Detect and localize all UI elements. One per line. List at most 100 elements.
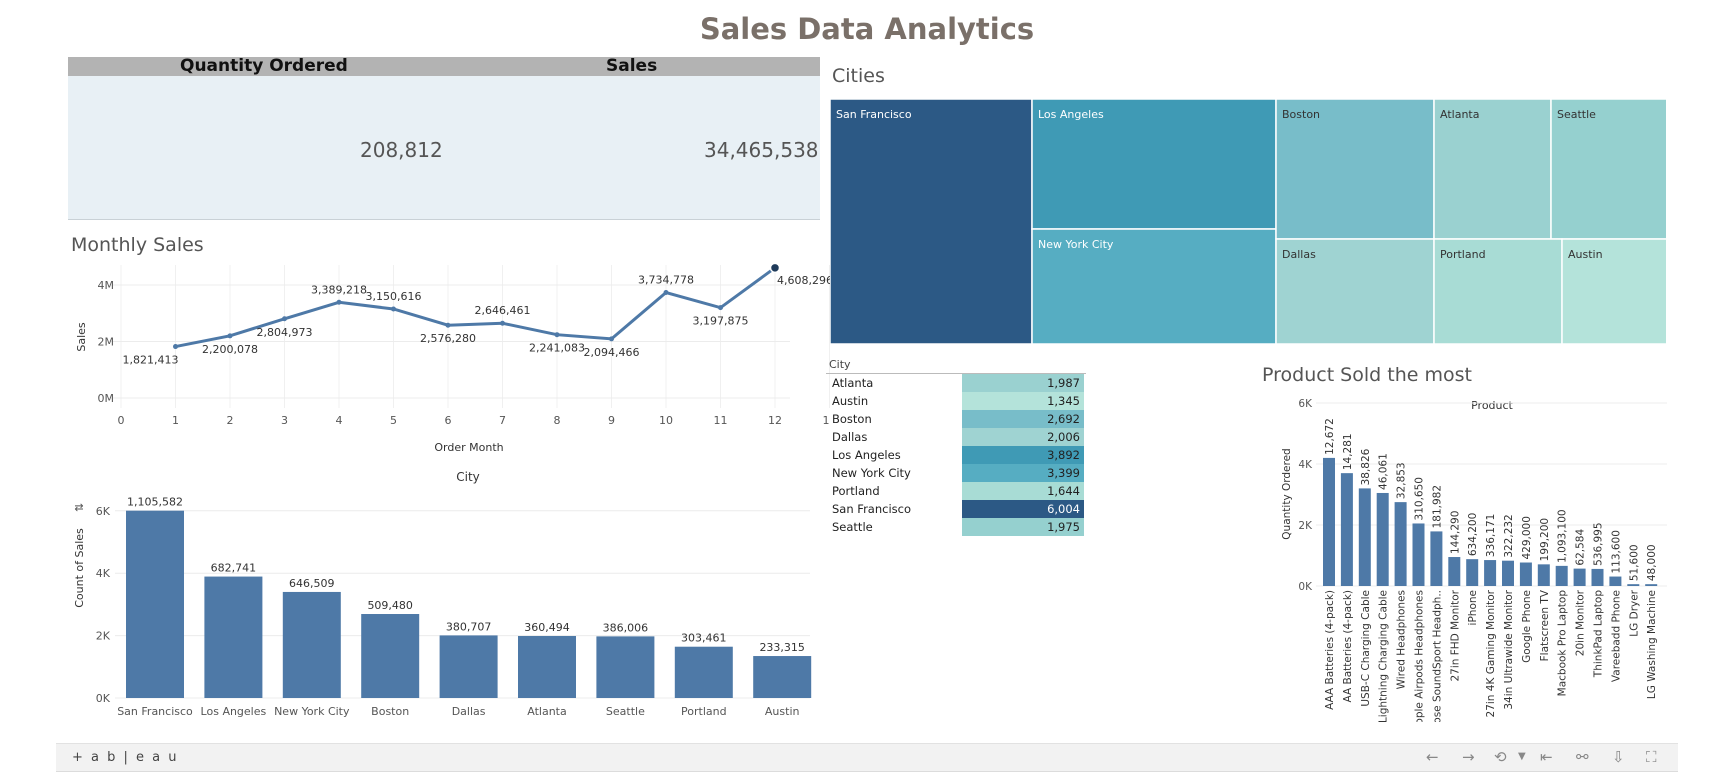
product-bar[interactable]: [1376, 492, 1389, 586]
product-bar[interactable]: [1591, 568, 1604, 586]
city-table-row[interactable]: Seattle 1,975: [826, 518, 1086, 536]
line-x-tick: 5: [390, 414, 397, 427]
jump-start-icon[interactable]: ⇤: [1540, 748, 1553, 766]
line-x-tick: 8: [554, 414, 561, 427]
line-point[interactable]: [173, 344, 178, 350]
product-bar[interactable]: [1573, 568, 1586, 586]
treemap-label: Boston: [1282, 108, 1320, 121]
fullscreen-icon[interactable]: ⛶: [1646, 748, 1657, 766]
product-bar-label: 322,232: [1503, 514, 1515, 557]
city-table-row[interactable]: Portland 1,644: [826, 482, 1086, 500]
product-bar-label: 51,600: [1628, 544, 1640, 581]
product-bar[interactable]: [1323, 457, 1335, 586]
city-table-header: City: [826, 357, 1086, 374]
city-bar[interactable]: [753, 656, 812, 698]
product-x-label: Lightning Charging Cable: [1378, 590, 1390, 722]
line-x-tick: 1: [172, 414, 179, 427]
sales-header: Sales: [606, 56, 658, 76]
line-point[interactable]: [445, 322, 451, 328]
revert-dropdown-icon[interactable]: ▼: [1518, 751, 1526, 762]
product-bar[interactable]: [1555, 565, 1568, 586]
product-bar[interactable]: [1502, 560, 1514, 586]
product-bar-label: 113,600: [1610, 530, 1622, 573]
city-x-label: Los Angeles: [201, 705, 267, 718]
line-x-tick: 0: [118, 414, 125, 427]
monthly-sales-title: Monthly Sales: [71, 234, 204, 256]
redo-icon[interactable]: →: [1462, 748, 1475, 766]
city-table-value: 1,644: [962, 482, 1084, 500]
product-bar[interactable]: [1466, 559, 1479, 586]
product-bar-label: 181,982: [1431, 485, 1443, 528]
city-bar[interactable]: [596, 636, 655, 698]
city-table-row[interactable]: Dallas 2,006: [826, 428, 1086, 446]
city-bar[interactable]: [361, 614, 420, 698]
line-point[interactable]: [769, 262, 781, 274]
product-bar[interactable]: [1448, 557, 1461, 586]
undo-icon[interactable]: ←: [1426, 748, 1439, 766]
city-table-name: San Francisco: [832, 502, 912, 516]
product-bar-label: 12,672: [1324, 418, 1336, 455]
line-x-tick: 6: [445, 414, 452, 427]
product-bar-chart: Product 12,672 14,281 38,826 46,061 32,853 31…: [1281, 398, 1667, 722]
city-table-row[interactable]: New York City 3,399: [826, 464, 1086, 482]
revert-icon[interactable]: ⟲: [1494, 748, 1507, 766]
product-bar[interactable]: [1394, 502, 1407, 586]
product-x-label: 20in Monitor: [1575, 589, 1587, 656]
city-table-row[interactable]: Austin 1,345: [826, 392, 1086, 410]
line-point[interactable]: [227, 333, 233, 339]
city-table-row[interactable]: San Francisco 6,004: [826, 500, 1086, 518]
line-point[interactable]: [663, 289, 669, 295]
city-table-value: 1,987: [962, 374, 1084, 392]
city-table-row[interactable]: Los Angeles 3,892: [826, 446, 1086, 464]
line-point[interactable]: [718, 305, 723, 311]
city-table-row[interactable]: Atlanta 1,987: [826, 374, 1086, 392]
tableau-logo: + a b | e a u: [72, 750, 179, 765]
line-point[interactable]: [336, 299, 342, 305]
prod-y-tick: 2K: [1298, 520, 1313, 532]
dashboard-title: Sales Data Analytics: [699, 12, 1035, 46]
line-point[interactable]: [554, 332, 560, 338]
bar-y-tick: 2K: [96, 630, 111, 643]
city-bar[interactable]: [674, 646, 733, 698]
product-bar[interactable]: [1430, 531, 1443, 586]
product-x-label: 27in FHD Monitor: [1449, 589, 1461, 681]
product-x-label: Flatscreen TV: [1539, 589, 1551, 661]
line-y-tick: 0M: [98, 392, 115, 405]
city-bar-label: 1,105,582: [127, 496, 183, 509]
product-bar[interactable]: [1645, 584, 1658, 586]
city-bar[interactable]: [126, 510, 184, 698]
product-bar[interactable]: [1627, 584, 1640, 586]
city-x-label: Dallas: [452, 705, 486, 718]
line-point[interactable]: [609, 336, 614, 342]
city-table-name: Seattle: [832, 520, 873, 534]
bar-y-tick: 0K: [96, 692, 111, 705]
product-bar[interactable]: [1412, 523, 1425, 586]
product-x-label: Macbook Pro Laptop: [1557, 590, 1569, 697]
line-data-label: 2,241,083: [529, 342, 585, 355]
line-x-tick: 4: [336, 414, 343, 427]
product-bar[interactable]: [1484, 560, 1497, 586]
line-point[interactable]: [282, 316, 287, 322]
city-bar[interactable]: [439, 635, 498, 698]
city-table: City Atlanta 1,987 Austin 1,345 Boston 2,692 D…: [826, 357, 1086, 536]
product-bar[interactable]: [1519, 562, 1532, 586]
line-point[interactable]: [391, 306, 396, 312]
product-bar[interactable]: [1340, 473, 1353, 586]
product-bar-label: 536,995: [1593, 522, 1605, 565]
city-table-name: Portland: [832, 484, 880, 498]
product-bar[interactable]: [1358, 488, 1371, 586]
share-icon[interactable]: ⚯: [1576, 748, 1589, 766]
download-icon[interactable]: ⇩: [1612, 748, 1625, 766]
treemap-cell[interactable]: [830, 99, 1033, 345]
product-bar-label: 199,200: [1539, 518, 1551, 561]
city-table-row[interactable]: Boston 2,692: [826, 410, 1086, 428]
city-table-name: New York City: [832, 466, 911, 480]
city-bar[interactable]: [204, 576, 263, 698]
line-data-label: 2,804,973: [257, 326, 313, 339]
city-bar[interactable]: [518, 636, 576, 698]
line-point[interactable]: [500, 320, 505, 326]
city-bar[interactable]: [282, 591, 341, 698]
product-bar[interactable]: [1537, 564, 1550, 586]
monthly-sales-chart: 1,821,413 2,200,078 2,804,973 3,389,2183,15…: [75, 262, 830, 454]
product-bar[interactable]: [1609, 576, 1622, 586]
